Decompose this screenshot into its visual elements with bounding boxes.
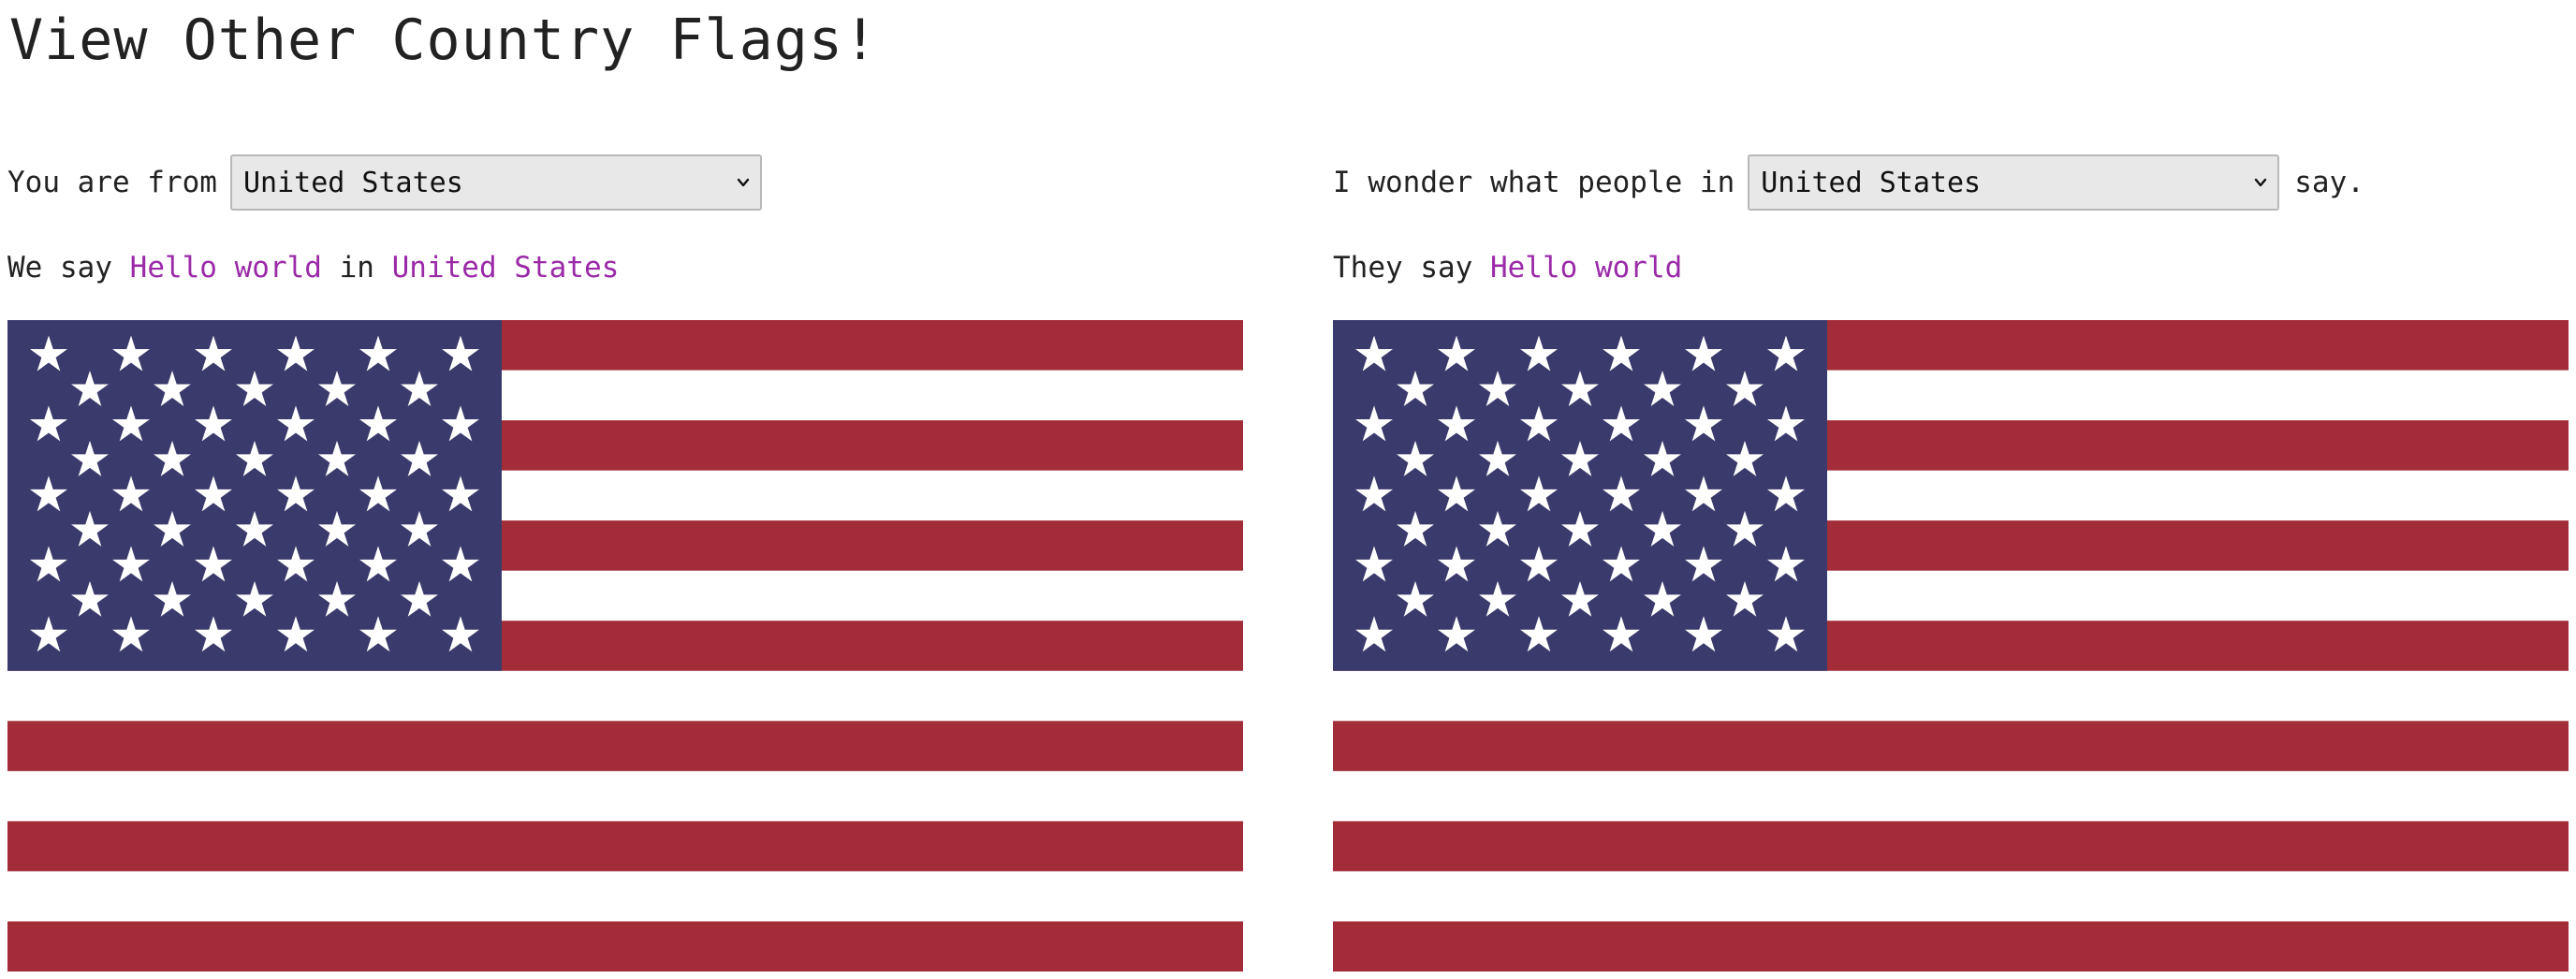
home-greeting-country: United States — [391, 251, 620, 285]
other-greeting: They say Hello world — [1333, 251, 1682, 285]
other-country-panel: I wonder what people in United States sa… — [1333, 0, 2569, 979]
home-country-select-value: United States — [242, 166, 463, 199]
chevron-down-icon — [2255, 178, 2267, 187]
home-greeting-connector: in — [339, 251, 374, 285]
home-country-select[interactable]: United States — [229, 154, 762, 211]
home-country-selector-row: You are from United States — [7, 153, 762, 212]
other-greeting-phrase: Hello world — [1489, 251, 1683, 285]
home-country-flag — [7, 320, 1243, 972]
home-country-label: You are from — [7, 166, 217, 199]
chevron-down-icon — [737, 178, 750, 187]
other-country-flag — [1333, 320, 2569, 972]
home-country-panel: You are from United States We say Hello … — [7, 0, 1243, 979]
home-greeting-prefix: We say — [7, 251, 112, 285]
other-country-select-value: United States — [1761, 166, 1982, 199]
other-greeting-prefix: They say — [1333, 251, 1473, 285]
other-country-suffix: say. — [2294, 166, 2364, 199]
flag-red-stripe — [7, 721, 1243, 771]
flag-red-stripe — [1333, 821, 2569, 871]
flag-red-stripe — [1333, 721, 2569, 771]
flag-red-stripe — [7, 821, 1243, 871]
other-country-select[interactable]: United States — [1748, 154, 2280, 211]
other-country-selector-row: I wonder what people in United States sa… — [1333, 153, 2364, 212]
other-country-label: I wonder what people in — [1333, 166, 1735, 199]
flag-red-stripe — [1333, 921, 2569, 972]
flag-red-stripe — [7, 921, 1243, 972]
home-greeting-phrase: Hello world — [129, 251, 322, 285]
home-greeting: We say Hello world in United States — [7, 251, 619, 285]
